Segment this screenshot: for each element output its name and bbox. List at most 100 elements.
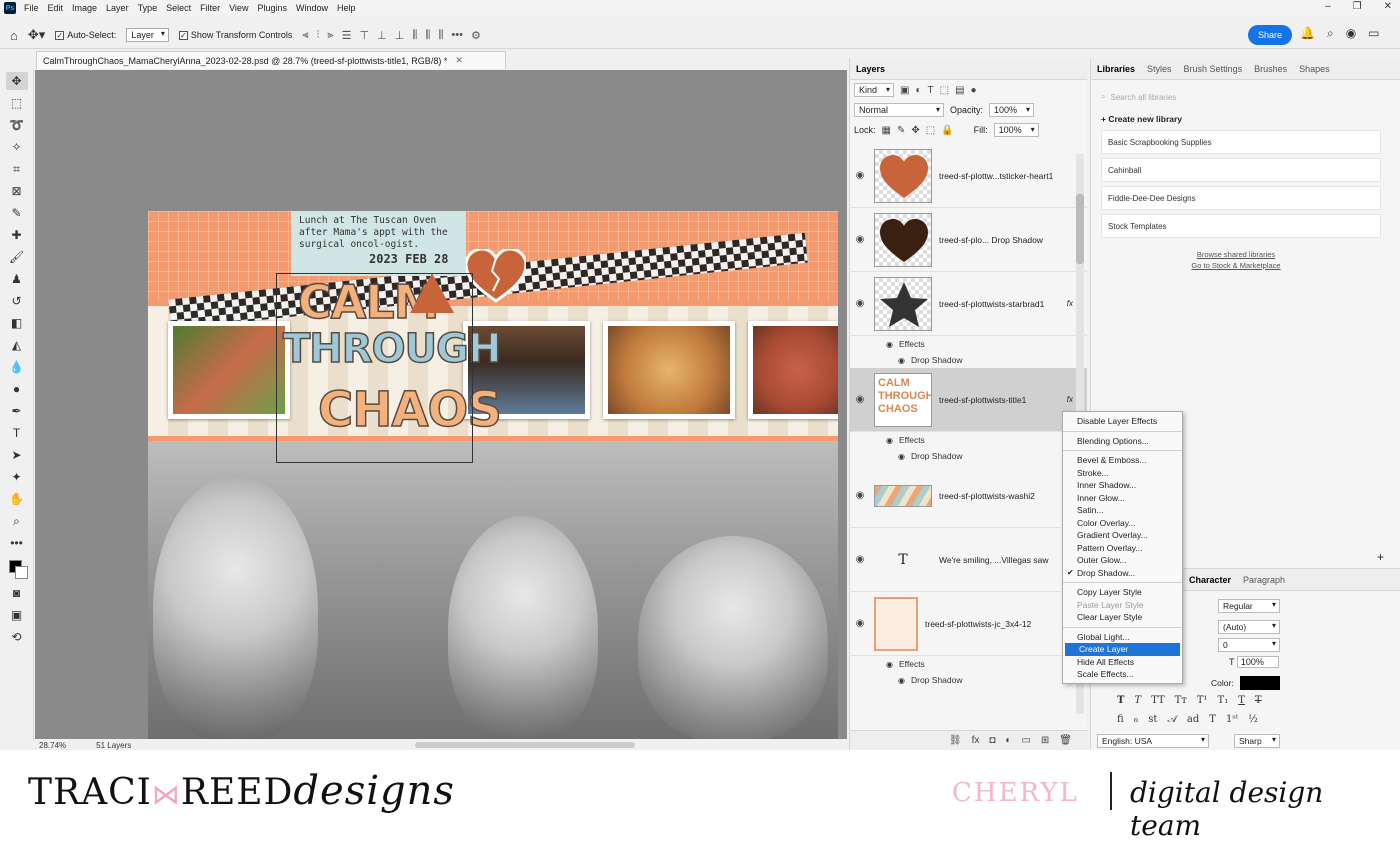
healing-brush-icon[interactable]: ✚ xyxy=(6,226,28,244)
dodge-tool-icon[interactable]: ● xyxy=(6,380,28,398)
layer-row[interactable]: ◉ treed-sf-plottwists-washi2 xyxy=(850,464,1087,528)
bell-icon[interactable]: 🔔 xyxy=(1300,26,1315,41)
adjustment-icon[interactable]: ◐ xyxy=(1005,735,1011,746)
align-left-icon[interactable]: ⫷ xyxy=(302,29,308,42)
superscript-icon[interactable]: T¹ xyxy=(1197,695,1208,706)
eye-icon[interactable]: ◉ xyxy=(886,660,893,669)
eye-icon[interactable]: ◉ xyxy=(898,452,905,461)
menu-edit[interactable]: Edit xyxy=(48,3,64,13)
tab-shapes[interactable]: Shapes xyxy=(1299,64,1330,74)
context-menu-item[interactable]: ✔ Drop Shadow... xyxy=(1063,567,1182,580)
leading-dropdown[interactable]: (Auto) xyxy=(1218,620,1280,634)
contextual-icon[interactable]: ℴ xyxy=(1134,714,1139,725)
more-tools-icon[interactable]: ••• xyxy=(6,534,28,552)
blur-tool-icon[interactable]: 💧 xyxy=(6,358,28,376)
context-menu-item[interactable]: Create Layer xyxy=(1065,643,1180,656)
tracking-dropdown[interactable]: 0 xyxy=(1218,638,1280,652)
library-item[interactable]: Basic Scrapbooking Supplies xyxy=(1101,130,1381,154)
blend-mode-dropdown[interactable]: Normal xyxy=(854,103,944,117)
context-menu-item[interactable]: Clear Layer Style xyxy=(1063,611,1182,624)
layer-row[interactable]: ◉ treed-sf-plo... Drop Shadow xyxy=(850,208,1087,272)
context-menu-item[interactable]: Copy Layer Style xyxy=(1063,586,1182,599)
lock-all-icon[interactable]: 🔒 xyxy=(941,125,953,136)
menu-layer[interactable]: Layer xyxy=(106,3,129,13)
quick-mask-icon[interactable]: ◙ xyxy=(6,584,28,602)
vertical-scale-field[interactable]: T 100% xyxy=(1229,656,1279,668)
show-transform-checkbox[interactable]: ✓ Show Transform Controls xyxy=(178,30,292,41)
move-tool-icon[interactable]: ✥▾ xyxy=(28,27,45,43)
auto-select-dropdown[interactable]: Layer xyxy=(126,28,169,42)
stock-link[interactable]: Go to Stock & Marketplace xyxy=(1091,261,1381,270)
menu-filter[interactable]: Filter xyxy=(200,3,220,13)
browse-libraries-link[interactable]: Browse shared libraries xyxy=(1091,250,1381,259)
screen-mode-icon[interactable]: ▣ xyxy=(6,606,28,624)
context-menu-item[interactable]: Inner Shadow... xyxy=(1063,479,1182,492)
eye-icon[interactable]: ◉ xyxy=(886,436,893,445)
menu-type[interactable]: Type xyxy=(138,3,158,13)
context-menu-item[interactable]: Global Light... xyxy=(1063,631,1182,644)
eye-icon[interactable]: ◉ xyxy=(850,394,870,405)
context-menu-item[interactable]: Outer Glow... xyxy=(1063,554,1182,567)
eye-icon[interactable]: ◉ xyxy=(850,618,870,629)
path-select-icon[interactable]: ➤ xyxy=(6,446,28,464)
align-center-icon[interactable]: ⫶ xyxy=(317,29,320,42)
search-icon[interactable]: ⌕ xyxy=(1327,26,1334,41)
eye-icon[interactable]: ◉ xyxy=(898,676,905,685)
menu-image[interactable]: Image xyxy=(72,3,97,13)
opacity-field[interactable]: 100% xyxy=(989,103,1035,117)
eye-icon[interactable]: ◉ xyxy=(850,554,870,565)
ligature-icon[interactable]: ﬁ xyxy=(1117,714,1124,725)
align-middle-icon[interactable]: ⊥ xyxy=(377,29,387,42)
context-menu-item[interactable]: Bevel & Emboss... xyxy=(1063,454,1182,467)
magic-wand-icon[interactable]: ✧ xyxy=(6,138,28,156)
all-caps-icon[interactable]: TT xyxy=(1151,695,1165,706)
gear-icon[interactable]: ⚙ xyxy=(471,29,481,42)
eye-icon[interactable]: ◉ xyxy=(898,356,905,365)
language-dropdown[interactable]: English: USA xyxy=(1097,734,1209,748)
zoom-tool-icon[interactable]: ⌕ xyxy=(6,512,28,530)
small-caps-icon[interactable]: Tт xyxy=(1175,695,1187,706)
align-top-icon[interactable]: ⊤ xyxy=(359,29,369,42)
eye-icon[interactable]: ◉ xyxy=(850,170,870,181)
pen-tool-icon[interactable]: ✒ xyxy=(6,402,28,420)
menu-view[interactable]: View xyxy=(229,3,248,13)
color-swatches[interactable] xyxy=(6,558,28,580)
tab-character[interactable]: Character xyxy=(1189,575,1231,585)
crop-tool-icon[interactable]: ⌗ xyxy=(6,160,28,178)
lock-position-icon[interactable]: ✥ xyxy=(911,125,919,136)
close-tab-icon[interactable]: ✕ xyxy=(455,55,463,66)
add-mask-icon[interactable]: ◘ xyxy=(989,735,995,746)
tab-paragraph[interactable]: Paragraph xyxy=(1243,575,1285,585)
rotate-view-icon[interactable]: ⟲ xyxy=(6,628,28,646)
lock-pixels-icon[interactable]: ✎ xyxy=(897,125,905,136)
context-menu-item[interactable]: Color Overlay... xyxy=(1063,517,1182,530)
menu-window[interactable]: Window xyxy=(296,3,328,13)
discretionary-icon[interactable]: st xyxy=(1148,714,1157,725)
align-justify-icon[interactable]: ☰ xyxy=(342,29,352,42)
eye-icon[interactable]: ◉ xyxy=(850,298,870,309)
fx-badge[interactable]: fx xyxy=(1067,395,1073,404)
layer-row[interactable]: ◉ treed-sf-plottw...tsticker-heart1 xyxy=(850,144,1087,208)
effects-row[interactable]: ◉ Effects xyxy=(850,656,1087,672)
tab-brushes[interactable]: Brushes xyxy=(1254,64,1287,74)
menu-file[interactable]: File xyxy=(24,3,39,13)
more-options-icon[interactable]: ••• xyxy=(451,29,463,42)
underline-icon[interactable]: T xyxy=(1238,695,1245,706)
menu-plugins[interactable]: Plugins xyxy=(257,3,287,13)
fx-badge[interactable]: fx xyxy=(1067,299,1073,308)
background-color[interactable] xyxy=(14,566,28,579)
context-menu-item[interactable]: Scale Effects... xyxy=(1063,668,1182,681)
document-tab[interactable]: CalmThroughChaos_MamaCherylAnna_2023-02-… xyxy=(36,51,506,69)
filter-smart-icon[interactable]: ▤ xyxy=(955,85,964,96)
filter-shape-icon[interactable]: ⬚ xyxy=(940,85,949,96)
eye-icon[interactable]: ◉ xyxy=(850,234,870,245)
context-menu-item[interactable]: Stroke... xyxy=(1063,467,1182,480)
ordinal-icon[interactable]: 1ˢᵗ xyxy=(1226,714,1238,725)
effects-row[interactable]: ◉ Effects xyxy=(850,432,1087,448)
layer-row[interactable]: ◉ T We're smiling, ...Villegas saw xyxy=(850,528,1087,592)
eye-icon[interactable]: ◉ xyxy=(886,340,893,349)
minimize-icon[interactable]: – xyxy=(1325,1,1331,12)
document-canvas[interactable]: Lunch at The Tuscan Oven after Mama's ap… xyxy=(148,211,838,739)
text-color-swatch[interactable] xyxy=(1239,676,1280,690)
library-item[interactable]: Stock Templates xyxy=(1101,214,1381,238)
